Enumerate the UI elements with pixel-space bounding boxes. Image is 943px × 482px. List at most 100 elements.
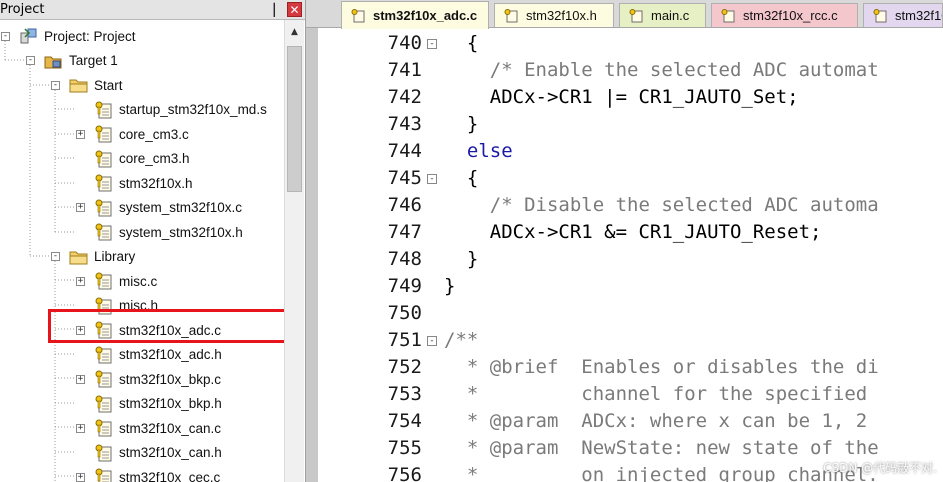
- tree-item-label: core_cm3.c: [119, 126, 189, 142]
- panel-title: Project: [0, 2, 45, 17]
- expand-icon[interactable]: +: [76, 276, 85, 286]
- file-icon: [94, 321, 113, 339]
- tree-item[interactable]: - Project: Project: [1, 25, 136, 47]
- collapse-icon[interactable]: -: [1, 31, 10, 41]
- file-icon: [94, 468, 113, 482]
- tree-item[interactable]: + stm32f10x_bkp.c: [76, 368, 221, 390]
- editor-tab[interactable]: stm32f10: [863, 3, 943, 27]
- file-icon: [94, 101, 113, 119]
- expand-icon[interactable]: +: [76, 129, 85, 139]
- tree-item[interactable]: + stm32f10x_can.c: [76, 417, 221, 439]
- file-icon: [94, 444, 113, 462]
- pin-icon[interactable]: ▕: [262, 2, 278, 18]
- code-line: 747 ADCx->CR1 &= CR1_JAUTO_Reset;: [318, 219, 943, 246]
- expand-icon[interactable]: +: [76, 423, 85, 433]
- editor-tab-bar: stm32f10x_adc.c stm32f10x.h main.c stm32f10…: [306, 0, 943, 29]
- collapse-icon[interactable]: -: [26, 56, 35, 65]
- tree-item[interactable]: - Target 1: [26, 50, 118, 72]
- tree-item[interactable]: startup_stm32f10x_md.s: [76, 99, 267, 121]
- file-icon: [629, 8, 643, 23]
- code-text: * @param NewState: new state of the: [444, 437, 879, 459]
- tree-scrollbar[interactable]: ▲: [284, 20, 304, 482]
- editor-tab-label: main.c: [651, 8, 690, 23]
- code-text: }: [444, 248, 479, 270]
- fold-toggle-icon[interactable]: -: [427, 174, 437, 184]
- editor-tab[interactable]: stm32f10x_rcc.c: [711, 3, 858, 27]
- tree-item[interactable]: stm32f10x_can.h: [76, 442, 222, 464]
- expand-icon[interactable]: +: [76, 472, 85, 482]
- line-number: 755: [387, 437, 422, 459]
- tree-item-label: misc.h: [119, 298, 159, 313]
- editor-tab[interactable]: stm32f10x_adc.c: [341, 1, 489, 29]
- editor-tab-label: stm32f10x.h: [526, 8, 597, 23]
- code-text: /* Enable the selected ADC automat: [444, 59, 879, 81]
- tree-item[interactable]: - Library: [51, 246, 135, 268]
- editor-tab[interactable]: stm32f10x.h: [494, 3, 614, 27]
- project-panel: Project ▕ ✕ - Project: Project - Target …: [0, 0, 306, 482]
- file-icon: [94, 174, 113, 192]
- code-text: * @brief Enables or disables the di: [444, 356, 879, 378]
- tree-item[interactable]: + stm32f10x_cec.c: [76, 466, 220, 482]
- expand-icon[interactable]: +: [76, 325, 85, 335]
- file-icon: [94, 297, 113, 315]
- tree-item[interactable]: system_stm32f10x.h: [76, 221, 243, 243]
- project-tree: - Project: Project - Target 1 - Start startup_…: [0, 20, 284, 482]
- code-line: 741 /* Enable the selected ADC automat: [318, 57, 943, 84]
- file-icon: [94, 419, 113, 437]
- folder-icon: [69, 76, 88, 94]
- code-line: 745- {: [318, 165, 943, 192]
- code-text: }: [444, 113, 479, 135]
- code-line: 753 * channel for the specified: [318, 381, 943, 408]
- code-text: /**: [444, 329, 479, 351]
- line-number: 750: [387, 302, 422, 324]
- editor-tab[interactable]: main.c: [619, 3, 706, 27]
- line-number: 752: [387, 356, 422, 378]
- fold-toggle-icon[interactable]: -: [427, 336, 437, 346]
- code-text: ADCx->CR1 &= CR1_JAUTO_Reset;: [444, 221, 822, 243]
- code-line: 746 /* Disable the selected ADC automa: [318, 192, 943, 219]
- line-number: 742: [387, 86, 422, 108]
- scroll-up-arrow-icon[interactable]: ▲: [286, 24, 303, 41]
- code-area[interactable]: 740- {741 /* Enable the selected ADC aut…: [306, 28, 943, 482]
- project-icon: [19, 27, 38, 45]
- close-icon[interactable]: ✕: [287, 2, 302, 17]
- code-line: 749}: [318, 273, 943, 300]
- collapse-icon[interactable]: -: [51, 80, 60, 90]
- tree-item[interactable]: core_cm3.h: [76, 148, 190, 170]
- code-text: }: [444, 275, 456, 297]
- line-number: 745: [387, 167, 422, 189]
- line-number: 747: [387, 221, 422, 243]
- collapse-icon[interactable]: -: [51, 252, 60, 261]
- code-line: 744 else: [318, 138, 943, 165]
- code-line: 751-/**: [318, 327, 943, 354]
- code-text: {: [444, 167, 479, 189]
- expand-icon[interactable]: +: [76, 203, 85, 212]
- tree-item[interactable]: - Start: [51, 74, 123, 96]
- line-number: 749: [387, 275, 422, 297]
- folder-icon: [69, 248, 88, 266]
- tree-item[interactable]: + system_stm32f10x.c: [76, 197, 242, 219]
- file-icon: [94, 199, 113, 217]
- tree-item-label: Start: [94, 77, 123, 93]
- tree-item[interactable]: stm32f10x.h: [76, 172, 193, 194]
- expand-icon[interactable]: +: [76, 374, 85, 384]
- line-number: 756: [387, 464, 422, 482]
- code-line: 754 * @param ADCx: where x can be 1, 2: [318, 408, 943, 435]
- file-icon: [94, 395, 113, 413]
- file-icon: [94, 370, 113, 388]
- fold-toggle-icon[interactable]: -: [427, 39, 437, 49]
- tree-item[interactable]: + core_cm3.c: [76, 123, 189, 145]
- tree-item[interactable]: + stm32f10x_adc.c: [76, 319, 221, 341]
- tree-item[interactable]: misc.h: [76, 295, 158, 317]
- tree-item[interactable]: stm32f10x_adc.h: [76, 344, 222, 366]
- tree-item[interactable]: + misc.c: [76, 270, 157, 292]
- code-text: ADCx->CR1 |= CR1_JAUTO_Set;: [444, 86, 799, 108]
- scroll-thumb[interactable]: [287, 46, 302, 192]
- editor-tab-label: stm32f10x_rcc.c: [743, 8, 838, 23]
- tree-item-label: core_cm3.h: [119, 151, 190, 166]
- tree-item[interactable]: stm32f10x_bkp.h: [76, 393, 222, 415]
